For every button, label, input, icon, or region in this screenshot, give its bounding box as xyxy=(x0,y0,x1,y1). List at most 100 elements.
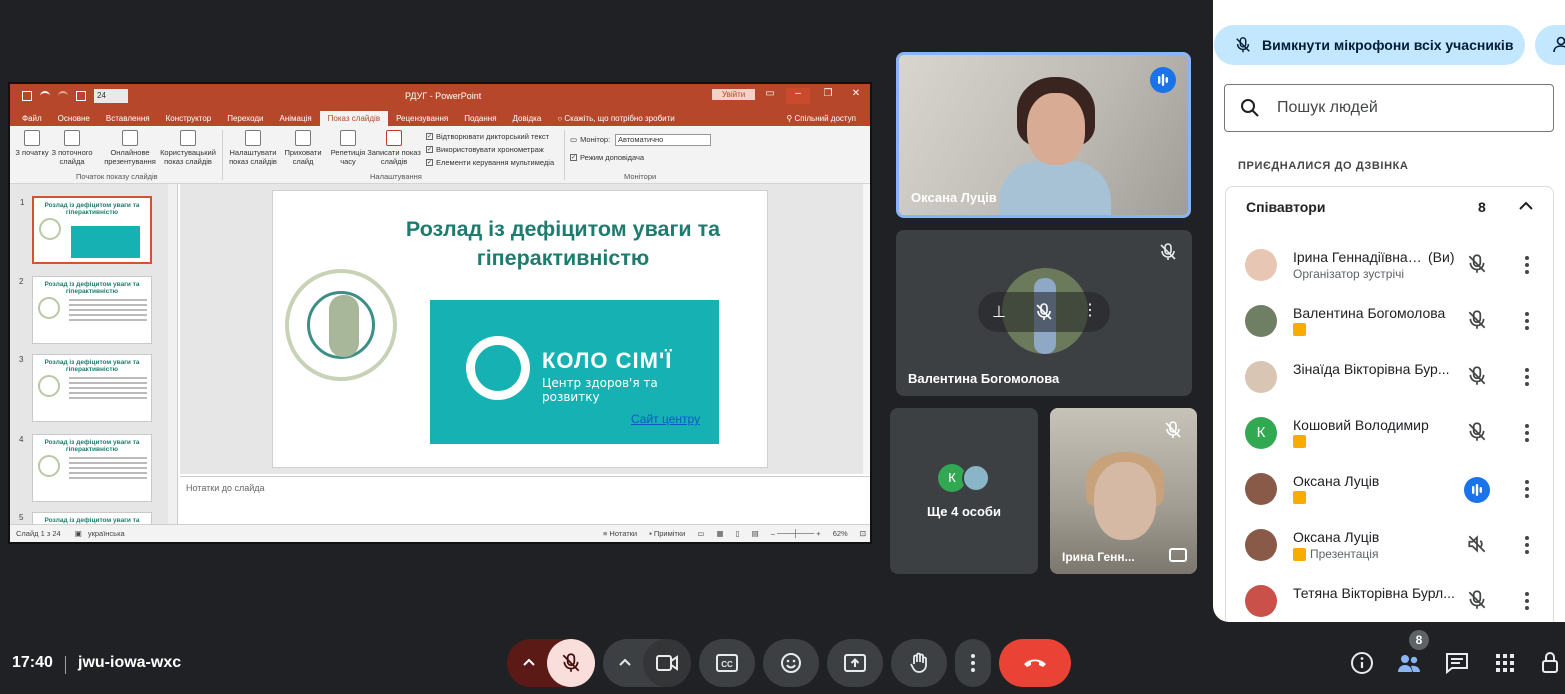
chk-media[interactable]: ✓ Елементи керування мультимедіа xyxy=(426,158,554,167)
from-start-button[interactable]: З початку xyxy=(14,130,50,157)
reading-view-icon[interactable]: ▯ xyxy=(736,529,740,538)
tab-slide-show[interactable]: Показ слайдів xyxy=(319,111,389,126)
language-label[interactable]: українська xyxy=(88,529,125,538)
mute-all-button[interactable]: Вимкнути мікрофони всіх учасників xyxy=(1214,25,1525,65)
tab-review[interactable]: Рецензування xyxy=(388,111,456,126)
pin-icon[interactable]: ⊥ xyxy=(992,302,1006,322)
tab-animations[interactable]: Анімація xyxy=(271,111,319,126)
from-current-button[interactable]: З поточного слайда xyxy=(50,130,94,166)
chevron-up-icon[interactable] xyxy=(617,655,633,671)
more-options-icon[interactable] xyxy=(1523,309,1531,333)
current-slide[interactable]: Розлад із дефіцитом уваги та гіперактивн… xyxy=(272,190,768,468)
slideshow-view-icon[interactable]: ▤ xyxy=(752,529,759,538)
font-size-box[interactable]: 24 xyxy=(94,89,128,103)
leave-call-button[interactable] xyxy=(999,639,1071,687)
slide-thumbnail[interactable]: 2 Розлад із дефіцитом уваги та гіперакти… xyxy=(19,276,152,344)
monitor-select[interactable]: Автоматично xyxy=(615,134,711,146)
chat-icon[interactable] xyxy=(1444,650,1470,676)
more-options-icon[interactable]: ⋮ xyxy=(1082,300,1098,320)
mic-off-icon[interactable] xyxy=(1034,302,1054,322)
ppt-sign-in-button[interactable]: Увійти xyxy=(712,89,756,100)
slide-thumbnail[interactable]: 5 Розлад із дефіцитом уваги та гіперакти… xyxy=(19,512,152,524)
participant-row[interactable]: Ірина Геннадіївна ... (Ви) Організатор з… xyxy=(1226,237,1555,293)
chk-presenter[interactable]: ✓ Режим доповідача xyxy=(570,153,644,162)
picture-in-picture-icon[interactable] xyxy=(1169,548,1187,562)
video-tile-overflow[interactable]: К Ще 4 особи xyxy=(890,408,1038,574)
slide-thumbnail[interactable]: 1 Розлад із дефіцитом уваги та гіперакти… xyxy=(20,196,152,264)
more-options-icon[interactable] xyxy=(1523,253,1531,277)
participant-row[interactable]: Тетяна Вікторівна Бурл... xyxy=(1226,573,1555,622)
hide-slide-button[interactable]: Приховати слайд xyxy=(282,130,324,166)
redo-icon[interactable] xyxy=(58,91,68,101)
participant-row[interactable]: Оксана Луців Презентація xyxy=(1226,517,1555,573)
more-options-icon[interactable] xyxy=(1523,421,1531,445)
share-button[interactable]: ⚲ Спільний доступ xyxy=(778,111,870,126)
slide-thumbnail[interactable]: 3 Розлад із дефіцитом уваги та гіперакти… xyxy=(19,354,152,422)
normal-view-icon[interactable]: ▭ xyxy=(697,529,704,538)
tab-design[interactable]: Конструктор xyxy=(158,111,220,126)
chevron-up-icon[interactable] xyxy=(1517,197,1535,215)
raise-hand-button[interactable] xyxy=(891,639,947,687)
spellcheck-icon[interactable]: ▣ xyxy=(75,529,82,538)
start-show-icon[interactable] xyxy=(76,91,86,101)
setup-show-button[interactable]: Налаштувати показ слайдів xyxy=(226,130,280,166)
captions-button[interactable]: CC xyxy=(699,639,755,687)
thumbs-scrollbar[interactable] xyxy=(168,184,177,524)
fit-slide-icon[interactable]: ⊡ xyxy=(860,529,866,538)
custom-show-button[interactable]: Користувацький показ слайдів xyxy=(158,130,218,166)
video-tile-valentina[interactable]: ⊥ ⋮ Валентина Богомолова xyxy=(896,230,1192,396)
canvas-scrollbar[interactable] xyxy=(863,184,870,474)
more-options-button[interactable] xyxy=(955,639,991,687)
more-options-icon[interactable] xyxy=(1523,589,1531,613)
tab-view[interactable]: Подання xyxy=(456,111,504,126)
undo-icon[interactable] xyxy=(40,91,50,101)
tab-transitions[interactable]: Переходи xyxy=(219,111,271,126)
more-options-icon[interactable] xyxy=(1523,365,1531,389)
zoom-slider[interactable]: – ───┼─── + xyxy=(771,529,821,538)
add-people-button[interactable] xyxy=(1535,25,1565,65)
search-people-field[interactable]: Пошук людей xyxy=(1224,84,1554,132)
save-icon[interactable] xyxy=(22,91,32,101)
comments-toggle[interactable]: ▪ Примітки xyxy=(649,529,685,538)
chk-narration[interactable]: ✓ Відтворювати дикторський текст xyxy=(426,132,549,141)
volume-off-icon[interactable] xyxy=(1466,533,1488,555)
restore-icon[interactable]: ❐ xyxy=(816,88,840,99)
more-options-icon[interactable] xyxy=(1523,533,1531,557)
tell-me-search[interactable]: ○ Скажіть, що потрібно зробити xyxy=(549,111,682,126)
host-controls-lock-icon[interactable] xyxy=(1539,650,1563,676)
activities-grid-icon[interactable] xyxy=(1492,650,1518,676)
tab-home[interactable]: Основне xyxy=(50,111,98,126)
participant-row[interactable]: Зінаїда Вікторівна Бур... xyxy=(1226,349,1555,405)
rehearse-button[interactable]: Репетиція часу xyxy=(328,130,368,166)
mic-off-icon[interactable] xyxy=(1466,253,1488,275)
mic-off-icon[interactable] xyxy=(1466,421,1488,443)
close-icon[interactable]: ✕ xyxy=(844,88,868,99)
minimize-icon[interactable]: – xyxy=(786,88,810,104)
mic-toggle-button[interactable] xyxy=(547,639,595,687)
center-site-link[interactable]: Сайт центру xyxy=(631,412,700,426)
tab-file[interactable]: Файл xyxy=(14,111,50,126)
slide-thumbnails-pane[interactable]: 1 Розлад із дефіцитом уваги та гіперакти… xyxy=(10,184,178,524)
record-show-button[interactable]: Записати показ слайдів xyxy=(366,130,422,166)
zoom-level[interactable]: 62% xyxy=(833,529,848,538)
chk-timings[interactable]: ✓ Використовувати хронометраж xyxy=(426,145,544,154)
present-screen-button[interactable] xyxy=(827,639,883,687)
participant-row[interactable]: Валентина Богомолова xyxy=(1226,293,1555,349)
participant-row[interactable]: Оксана Луців xyxy=(1226,461,1555,517)
people-icon[interactable] xyxy=(1396,650,1422,676)
more-options-icon[interactable] xyxy=(1523,477,1531,501)
mic-off-icon[interactable] xyxy=(1466,589,1488,611)
mic-off-icon[interactable] xyxy=(1466,365,1488,387)
tab-help[interactable]: Довідка xyxy=(505,111,550,126)
video-tile-iryna[interactable]: Ірина Генн... xyxy=(1050,408,1197,574)
ribbon-display-icon[interactable]: ▭ xyxy=(758,88,782,99)
reactions-button[interactable] xyxy=(763,639,819,687)
participant-row[interactable]: К Кошовий Володимир xyxy=(1226,405,1555,461)
chevron-up-icon[interactable] xyxy=(521,655,537,671)
tab-insert[interactable]: Вставлення xyxy=(98,111,158,126)
slide-notes-field[interactable]: Нотатки до слайда xyxy=(180,476,870,524)
video-tile-oksana[interactable]: Оксана Луців xyxy=(896,52,1191,218)
mic-off-icon[interactable] xyxy=(1466,309,1488,331)
online-present-button[interactable]: Онлайнове презентування xyxy=(102,130,158,166)
notes-toggle[interactable]: ≡ Нотатки xyxy=(603,529,637,538)
